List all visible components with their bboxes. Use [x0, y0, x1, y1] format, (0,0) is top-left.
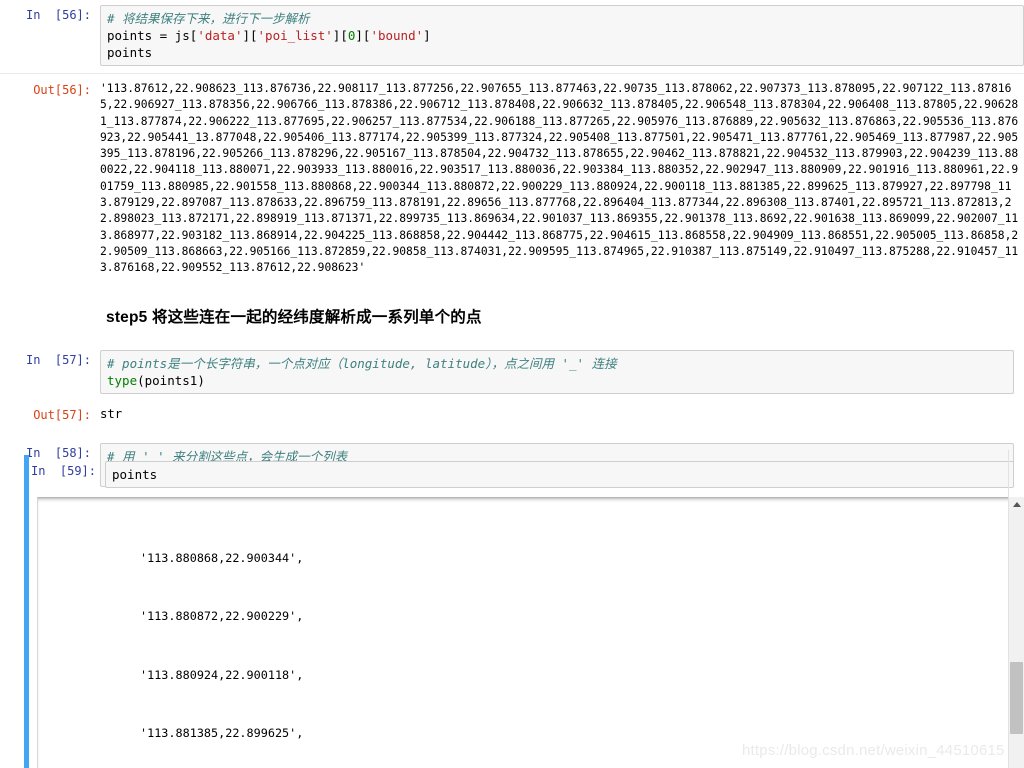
watermark-url: https://blog.csdn.net/weixin_44510615 — [742, 742, 1005, 759]
notebook-cell-in-59-selected[interactable]: In [59]: points '113.880868,22.900344', … — [0, 450, 1024, 768]
code-token-string-bound: 'bound' — [370, 28, 424, 43]
list-item: '113.880872,22.900229', — [140, 609, 304, 624]
code-line-points-59: points — [112, 467, 158, 482]
cell-prompt-in-59: In [59]: — [30, 464, 96, 478]
scrolled-output-area-59[interactable]: '113.880868,22.900344', '113.880872,22.9… — [37, 497, 1018, 768]
cell-prompt-out-56: Out[56]: — [33, 83, 91, 97]
code-token-e: ] — [423, 28, 431, 43]
code-line-type-call: type(points1) — [107, 372, 1009, 389]
code-token-args-57: (points1) — [137, 372, 205, 388]
code-comment-text-57: # points是一个长字符串，一个点对应（longitude, latitud… — [107, 355, 617, 371]
code-line-assign: points = js['data']['poi_list'][0]['boun… — [107, 27, 1019, 44]
code-token-b: ][ — [242, 28, 258, 43]
code-line-points: points — [107, 45, 153, 60]
code-token-fn-type: type — [107, 372, 138, 388]
notebook-page: In [56]: # 将结果保存下来，进行下一步解析 points = js['… — [0, 0, 1024, 768]
output-vertical-scrollbar[interactable] — [1008, 497, 1024, 768]
code-token-string-poilist: 'poi_list' — [257, 28, 333, 43]
notebook-output-57: Out[57]: str — [0, 399, 1024, 424]
notebook-output-56: Out[56]: '113.87612,22.908623_113.876736… — [0, 76, 1024, 277]
code-line-comment: # 将结果保存下来，进行下一步解析 — [107, 10, 1019, 27]
triangle-up-icon — [1012, 502, 1021, 507]
notebook-cell-in-56[interactable]: In [56]: # 将结果保存下来，进行下一步解析 points = js['… — [0, 0, 1024, 71]
code-editor-in-56[interactable]: # 将结果保存下来，进行下一步解析 points = js['data']['p… — [100, 5, 1024, 66]
code-editor-in-57[interactable]: # points是一个长字符串，一个点对应（longitude, latitud… — [100, 349, 1014, 394]
selected-cell-body[interactable]: In [59]: points '113.880868,22.900344', … — [29, 455, 1024, 768]
list-item: '113.881385,22.899625', — [140, 725, 304, 740]
list-item: '113.880924,22.900118', — [140, 667, 304, 682]
code-token-a: points = js[ — [107, 28, 198, 43]
notebook-right-edge — [1008, 450, 1009, 768]
code-token-c: ][ — [332, 28, 348, 43]
cell-prompt-in-56: In [56]: — [25, 8, 91, 22]
list-item: '113.880868,22.900344', — [140, 550, 304, 565]
code-token-string-data: 'data' — [197, 28, 243, 43]
scrolled-output-lines: '113.880868,22.900344', '113.880872,22.9… — [38, 498, 1017, 768]
code-editor-in-59[interactable]: points — [105, 461, 1014, 488]
cell-divider-1 — [0, 73, 1024, 74]
scrollbar-thumb[interactable] — [1010, 662, 1023, 734]
cell-prompt-in-57: In [57]: — [25, 352, 91, 367]
output-text-56: '113.87612,22.908623_113.876736,22.90811… — [100, 82, 1019, 275]
cell-prompt-out-57: Out[57]: — [33, 407, 91, 422]
code-line-comment-57: # points是一个长字符串，一个点对应（longitude, latitud… — [107, 355, 1009, 372]
page-heading-step5: step5 将这些连在一起的经纬度解析成一系列单个的点 — [106, 308, 482, 326]
notebook-cell-in-57[interactable]: In [57]: # points是一个长字符串，一个点对应（longitude… — [0, 345, 1024, 399]
output-text-57: str — [100, 406, 123, 421]
code-comment-text: # 将结果保存下来，进行下一步解析 — [107, 11, 310, 26]
code-token-d: ][ — [355, 28, 371, 43]
selected-cell-input-row[interactable]: In [59]: points — [29, 455, 1024, 488]
scroll-up-arrow-icon[interactable] — [1009, 497, 1024, 512]
